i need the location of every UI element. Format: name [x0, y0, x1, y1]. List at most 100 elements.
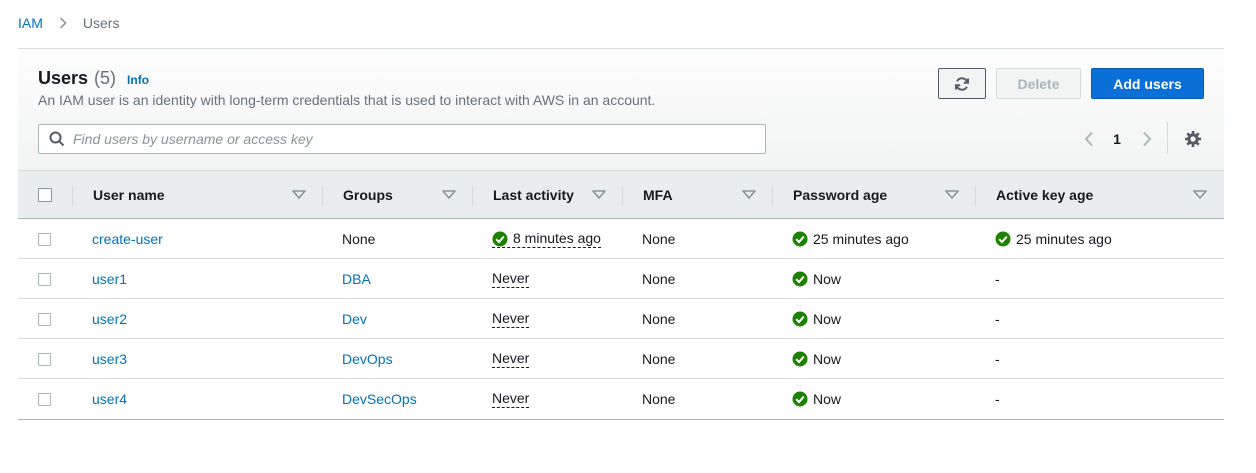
search-box [38, 124, 766, 154]
next-page-button[interactable] [1139, 128, 1155, 150]
active-key-age-value: - [995, 271, 1000, 287]
password-age-value: Now [813, 311, 842, 327]
caret-down-icon [442, 190, 456, 200]
page-description: An IAM user is an identity with long-ter… [38, 92, 656, 108]
page-title: Users [38, 68, 89, 88]
mfa-value: None [642, 391, 676, 407]
column-header-mfa[interactable]: MFA [623, 171, 773, 219]
group-link[interactable]: Dev [342, 311, 367, 327]
user-count: (5) [94, 68, 117, 88]
mfa-value: None [642, 351, 676, 367]
row-select-cell [38, 339, 51, 379]
row-select-cell [38, 219, 51, 259]
caret-down-icon [945, 190, 959, 200]
column-header-groups[interactable]: Groups [323, 171, 473, 219]
row-checkbox[interactable] [38, 232, 51, 246]
check-circle-icon [792, 231, 808, 247]
breadcrumb: IAM Users [18, 14, 119, 32]
mfa-value: None [642, 231, 676, 247]
username-link[interactable]: user3 [92, 351, 127, 367]
password-age-value: Now [813, 351, 842, 367]
breadcrumb-iam-link[interactable]: IAM [18, 15, 43, 31]
username-link[interactable]: user1 [92, 271, 127, 287]
groups-value: None [342, 231, 376, 247]
username-link[interactable]: create-user [92, 231, 163, 247]
info-link[interactable]: Info [127, 73, 149, 87]
caret-down-icon [592, 190, 606, 200]
mfa-value: None [642, 271, 676, 287]
select-all-checkbox[interactable] [38, 188, 52, 202]
search-input[interactable] [73, 131, 765, 147]
password-age-value: Now [813, 271, 842, 287]
row-select-cell [38, 299, 51, 339]
group-link[interactable]: DBA [342, 271, 371, 287]
table-header-row: User name Groups Last activity MFA Passw… [18, 170, 1224, 219]
username-link[interactable]: user4 [92, 391, 127, 407]
chevron-left-icon [1084, 131, 1094, 147]
column-header-user-name[interactable]: User name [73, 171, 323, 219]
column-label: Groups [343, 187, 393, 203]
caret-down-icon [742, 190, 756, 200]
table-row[interactable]: user2 Dev Never None Now - [18, 299, 1224, 339]
caret-down-icon [1193, 190, 1207, 200]
chevron-right-icon [51, 14, 75, 32]
refresh-icon [954, 76, 970, 92]
table-row[interactable]: user4 DevSecOps Never None Now - [18, 379, 1224, 419]
password-age-value: Now [813, 391, 842, 407]
breadcrumb-current: Users [82, 15, 120, 31]
previous-page-button[interactable] [1081, 128, 1097, 150]
table-row[interactable]: create-user None 8 minutes ago None 25 m… [18, 219, 1224, 259]
users-table-container: Users (5) Info An IAM user is an identit… [18, 48, 1224, 420]
active-key-age-value: - [995, 391, 1000, 407]
username-link[interactable]: user2 [92, 311, 127, 327]
last-activity-value[interactable]: Never [492, 390, 530, 408]
preferences-button[interactable] [1184, 130, 1202, 148]
group-link[interactable]: DevOps [342, 351, 393, 367]
column-header-password-age[interactable]: Password age [773, 171, 976, 219]
column-label: MFA [643, 187, 673, 203]
active-key-age-value: - [995, 351, 1000, 367]
delete-button[interactable]: Delete [996, 68, 1081, 99]
row-select-cell [38, 259, 51, 299]
mfa-value: None [642, 311, 676, 327]
group-link[interactable]: DevSecOps [342, 391, 417, 407]
table-row[interactable]: user1 DBA Never None Now - [18, 259, 1224, 299]
table-header-section: Users (5) Info An IAM user is an identit… [18, 49, 1224, 170]
current-page[interactable]: 1 [1110, 128, 1124, 150]
check-circle-icon [792, 351, 808, 367]
chevron-right-icon [1142, 131, 1152, 147]
row-checkbox[interactable] [38, 312, 51, 326]
check-circle-icon [792, 271, 808, 287]
caret-down-icon [292, 190, 306, 200]
column-label: Password age [793, 187, 888, 203]
last-activity-text: 8 minutes ago [513, 230, 601, 246]
add-users-button[interactable]: Add users [1091, 68, 1204, 99]
active-key-age-value: 25 minutes ago [1016, 231, 1112, 247]
refresh-button[interactable] [938, 68, 986, 99]
check-circle-icon [792, 391, 808, 407]
last-activity-value[interactable]: 8 minutes ago [492, 230, 601, 248]
check-circle-icon [792, 311, 808, 327]
last-activity-value[interactable]: Never [492, 270, 530, 288]
pager-divider [1167, 122, 1168, 154]
last-activity-value[interactable]: Never [492, 350, 530, 368]
column-header-active-key-age[interactable]: Active key age [976, 171, 1224, 219]
row-checkbox[interactable] [38, 352, 51, 366]
check-circle-icon [492, 231, 508, 247]
row-checkbox[interactable] [38, 392, 51, 406]
table-row[interactable]: user3 DevOps Never None Now - [18, 339, 1224, 379]
gear-icon [1184, 130, 1202, 148]
title-row: Users (5) Info [38, 68, 149, 89]
check-circle-icon [995, 231, 1011, 247]
column-label: Last activity [493, 187, 574, 203]
select-all-cell [38, 171, 52, 219]
password-age-value: 25 minutes ago [813, 231, 909, 247]
column-label: User name [93, 187, 165, 203]
column-header-last-activity[interactable]: Last activity [473, 171, 623, 219]
row-select-cell [38, 379, 51, 419]
search-icon [49, 131, 65, 147]
row-checkbox[interactable] [38, 272, 51, 286]
active-key-age-value: - [995, 311, 1000, 327]
column-label: Active key age [996, 187, 1094, 203]
last-activity-value[interactable]: Never [492, 310, 530, 328]
